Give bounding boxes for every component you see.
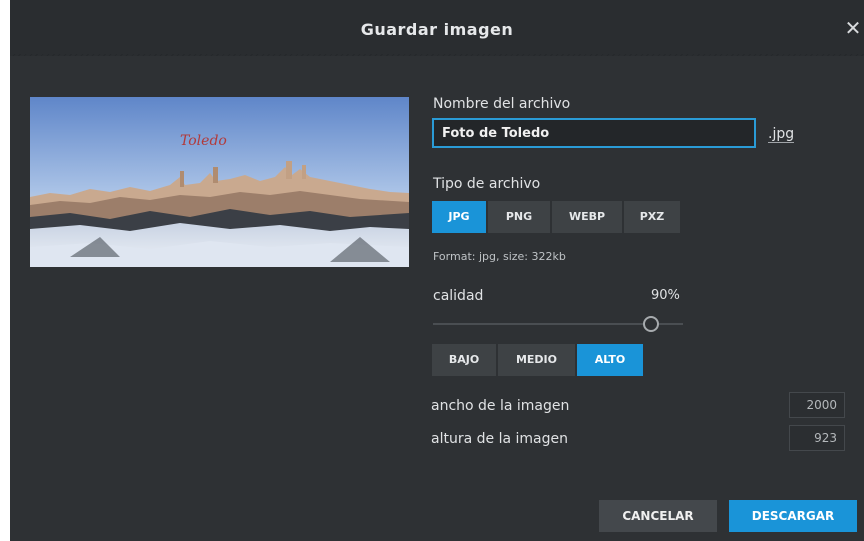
filename-input[interactable]: Foto de Toledo [432,118,756,148]
filetype-pxz-button[interactable]: PXZ [624,201,680,233]
quality-high-button[interactable]: ALTO [577,344,643,376]
height-label: altura de la imagen [431,431,568,447]
quality-label: calidad [433,288,484,304]
filename-label: Nombre del archivo [433,96,571,112]
file-info: Format: jpg, size: 322kb [433,250,566,263]
filetype-label: Tipo de archivo [433,176,541,192]
dialog-title: Guardar imagen [360,20,514,39]
file-extension: .jpg [768,126,795,143]
quality-low-button[interactable]: BAJO [432,344,496,376]
save-image-dialog: Guardar imagen ✕ Toledo Nombre del archi… [10,0,864,541]
width-input[interactable]: 2000 [789,392,845,418]
toledo-preview-image: Toledo [30,97,409,267]
quality-value: 90% [651,288,680,303]
dialog-header: Guardar imagen ✕ [10,0,864,56]
filetype-jpg-button[interactable]: JPG [432,201,486,233]
quality-slider-thumb[interactable] [643,316,659,332]
filetype-selector: JPG PNG WEBP PXZ [432,201,682,233]
quality-presets: BAJO MEDIO ALTO [432,344,645,376]
cancel-button[interactable]: CANCELAR [599,500,717,532]
preview-overlay-text: Toledo [180,133,227,149]
quality-medium-button[interactable]: MEDIO [498,344,575,376]
height-input[interactable]: 923 [789,425,845,451]
filetype-webp-button[interactable]: WEBP [552,201,622,233]
filetype-png-button[interactable]: PNG [488,201,550,233]
image-preview: Toledo [30,97,409,267]
close-icon[interactable]: ✕ [844,18,862,38]
width-label: ancho de la imagen [431,398,570,414]
download-button[interactable]: DESCARGAR [729,500,857,532]
